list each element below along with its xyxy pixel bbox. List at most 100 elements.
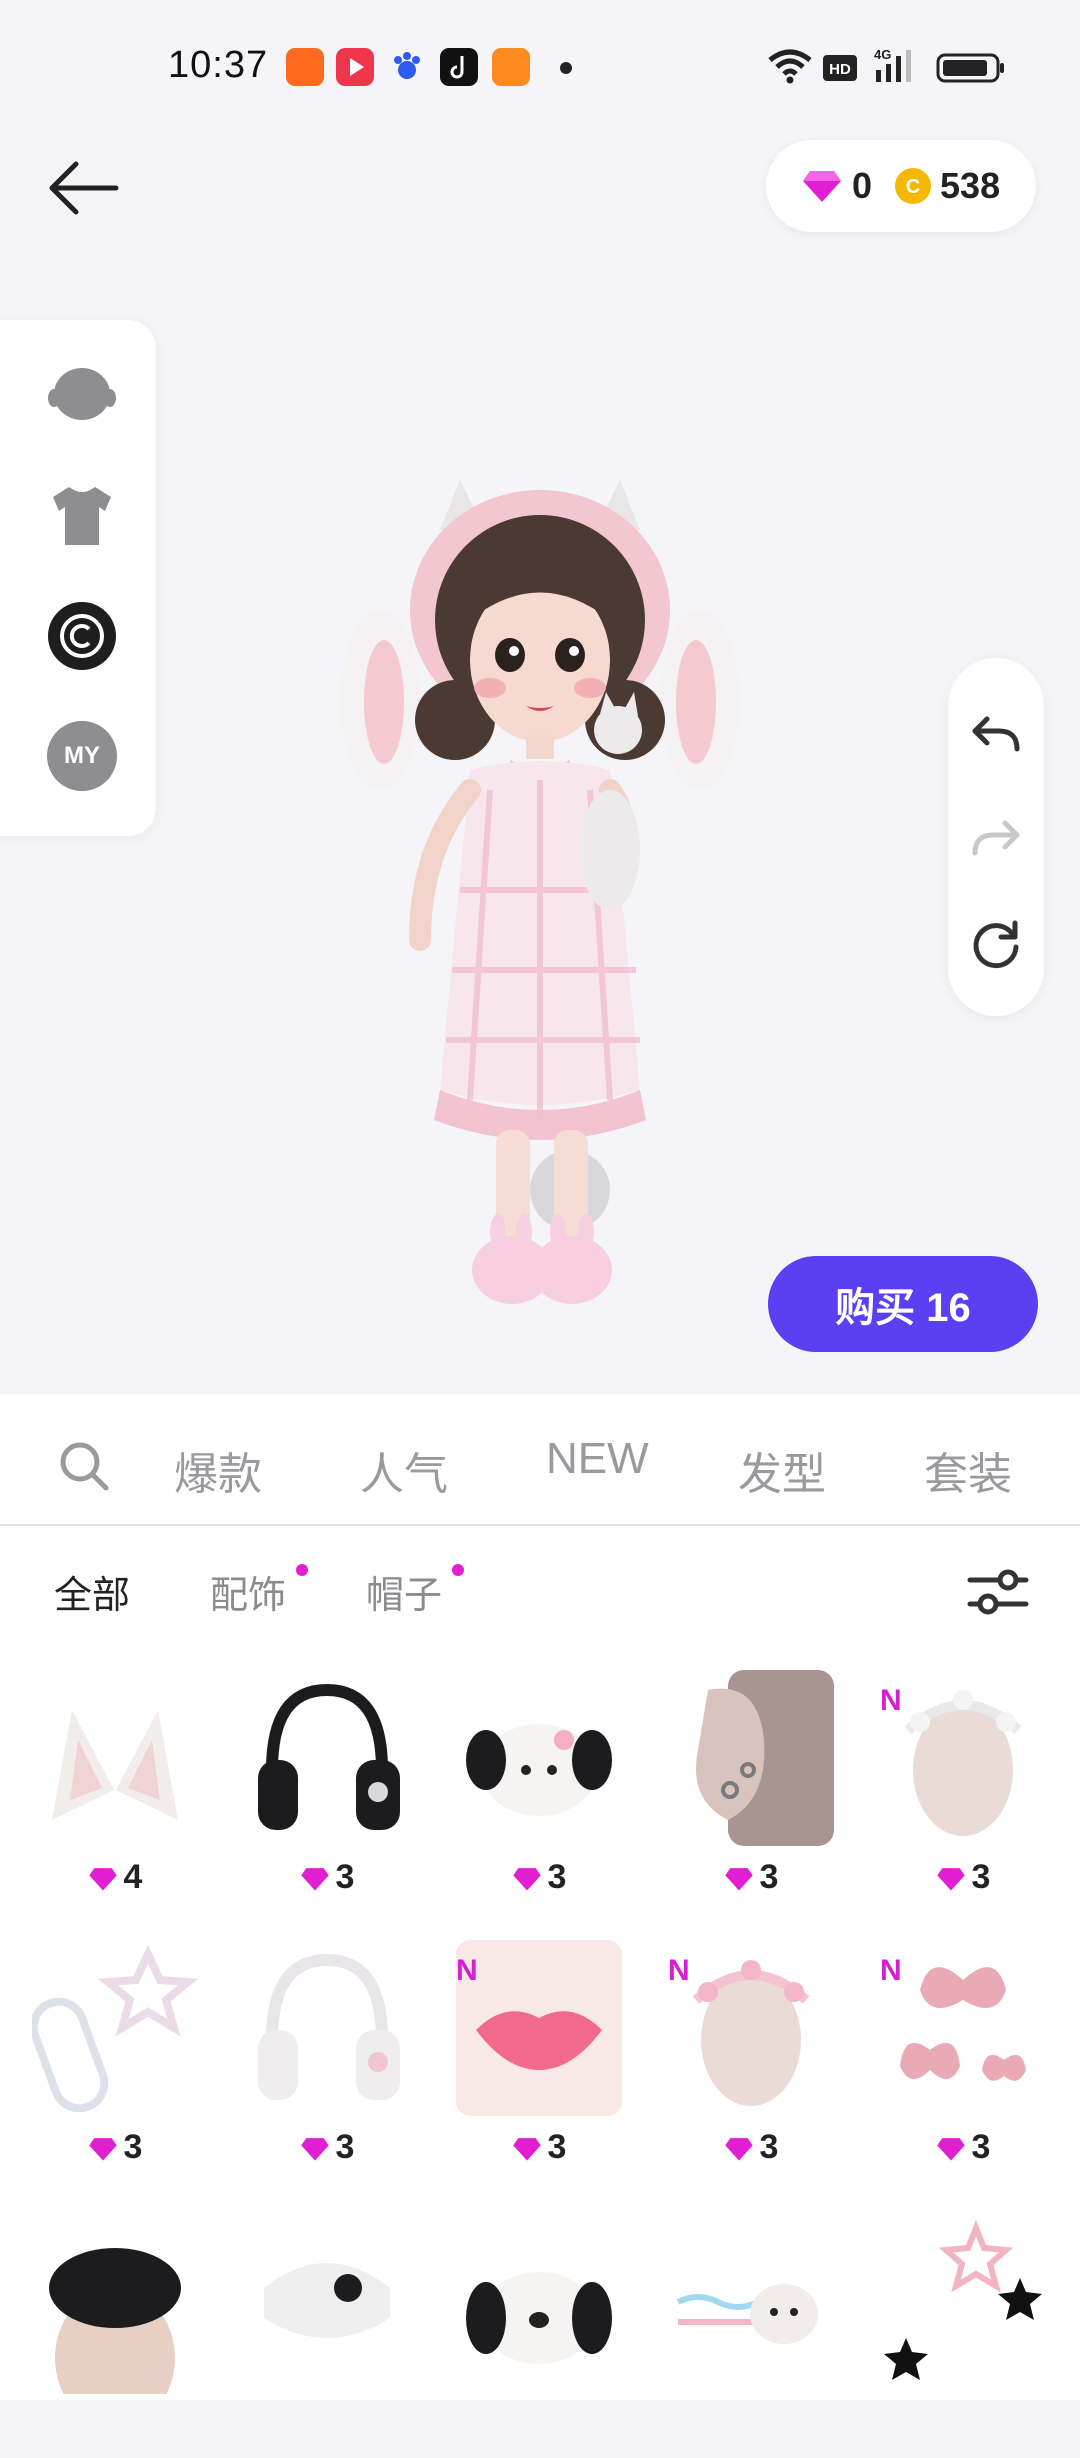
item-price: 3 (20, 2128, 210, 2167)
svg-text:C: C (906, 176, 920, 198)
price-value: 3 (971, 1858, 991, 1896)
svg-text:4G: 4G (874, 47, 891, 62)
my-badge: MY (47, 721, 117, 791)
diamond-icon (936, 2138, 965, 2161)
tab-popular[interactable]: 人气 (360, 1438, 448, 1502)
new-badge: N (456, 1954, 478, 1987)
item-thumbnail (466, 1724, 612, 1816)
diamond-icon (936, 1868, 965, 1891)
item-star-stickers[interactable] (868, 2218, 1058, 2458)
item-price: 3 (656, 2128, 846, 2167)
refresh-icon (973, 920, 1019, 969)
filter-settings-icon[interactable] (966, 1564, 1030, 1620)
price-value: 3 (971, 2128, 991, 2166)
subtab-all[interactable]: 全部 (54, 1564, 130, 1619)
item-cat-ears[interactable]: 4 (20, 1670, 210, 1910)
item-butterflies[interactable]: N 3 (868, 1940, 1058, 2180)
price-value: 3 (335, 2128, 355, 2166)
category-tabs: 爆款 人气 NEW 发型 套装 (0, 1394, 1080, 1526)
item-price: 3 (868, 2128, 1058, 2167)
item-black-headphones[interactable]: 3 (232, 1670, 422, 1910)
coin-count: 538 (940, 165, 1001, 206)
undo-button[interactable] (966, 704, 1026, 764)
new-badge: N (880, 1684, 902, 1717)
currency-balance[interactable]: 0 C 538 (766, 140, 1036, 232)
avatar-preview[interactable] (340, 470, 740, 1310)
side-face-button[interactable] (44, 358, 120, 434)
tshirt-icon (53, 487, 111, 545)
item-lips[interactable]: N 3 (444, 1940, 634, 2180)
item-hair-clips[interactable]: 3 (20, 1940, 210, 2180)
item-price: 3 (444, 1858, 634, 1897)
category-side-panel: MY (0, 320, 156, 836)
item-white-headphones[interactable]: 3 (232, 1940, 422, 2180)
diamond-icon (803, 171, 841, 202)
item-veil-hat[interactable] (20, 2218, 210, 2458)
new-badge: N (668, 1954, 690, 1987)
status-time: 10:37 (168, 44, 269, 86)
search-icon[interactable] (56, 1438, 112, 1494)
item-visor-cap[interactable] (232, 2218, 422, 2458)
tab-outfit[interactable]: 套装 (924, 1438, 1012, 1502)
item-flower-headband[interactable]: N 3 (868, 1670, 1058, 1910)
baidu-app-icon (388, 48, 426, 86)
tab-hairstyle[interactable]: 发型 (738, 1438, 826, 1502)
subtab-hats[interactable]: 帽子 (366, 1564, 442, 1619)
tab-new[interactable]: NEW (546, 1434, 649, 1484)
head-icon (48, 368, 116, 420)
kuaishou-app-icon (286, 48, 324, 86)
battery-icon (936, 53, 1004, 83)
item-puppy-hat[interactable]: 3 (444, 1670, 634, 1910)
item-bunny-clip[interactable] (656, 2218, 846, 2458)
price-value: 3 (123, 2128, 143, 2166)
redo-icon (972, 820, 1020, 856)
price-value: 3 (547, 1858, 567, 1896)
edit-history-panel (948, 658, 1044, 1016)
diamond-icon (724, 1868, 753, 1891)
price-value: 3 (759, 2128, 779, 2166)
buy-button[interactable]: 购买 16 (768, 1256, 1038, 1352)
side-clothes-button[interactable] (44, 478, 120, 554)
svg-text:HD: HD (829, 61, 851, 78)
item-pink-flower-headband[interactable]: N 3 (656, 1940, 846, 2180)
item-thumbnail (52, 1710, 178, 1820)
price-value: 4 (123, 1858, 143, 1896)
status-bar: 10:37 HD 4G (0, 0, 1080, 140)
back-button[interactable] (40, 150, 130, 230)
item-price: 3 (868, 1858, 1058, 1897)
app-icon-orange (492, 48, 530, 86)
item-price: 3 (232, 1858, 422, 1897)
item-thumbnail (258, 1953, 400, 2100)
price-value: 3 (759, 1858, 779, 1896)
diamond-icon (88, 1868, 117, 1891)
item-price: 3 (656, 1858, 846, 1897)
item-price: 3 (444, 2128, 634, 2167)
new-indicator-dot (452, 1564, 464, 1576)
item-thumbnail (696, 1670, 834, 1846)
diamond-count: 0 (852, 165, 873, 206)
side-copyright-button[interactable] (44, 598, 120, 674)
item-thumbnail (32, 1944, 198, 2113)
new-badge: N (880, 1954, 902, 1987)
price-value: 3 (335, 1858, 355, 1896)
item-price: 4 (20, 1858, 210, 1897)
side-my-button[interactable]: MY (44, 718, 120, 794)
item-ear-piercings[interactable]: 3 (656, 1670, 846, 1910)
reset-button[interactable] (966, 914, 1026, 974)
item-thumbnail (466, 2272, 612, 2364)
video-app-icon (336, 48, 374, 86)
diamond-icon (724, 2138, 753, 2161)
signal-4g-icon: 4G (874, 47, 911, 82)
new-indicator-dot (296, 1564, 308, 1576)
notification-dot-icon (560, 62, 572, 74)
douyin-app-icon (440, 48, 478, 86)
price-value: 3 (547, 2128, 567, 2166)
item-thumbnail (884, 2219, 1042, 2380)
item-puppy-ears[interactable] (444, 2218, 634, 2458)
subtab-accessories[interactable]: 配饰 (210, 1564, 286, 1619)
diamond-icon (300, 2138, 329, 2161)
redo-button[interactable] (966, 808, 1026, 868)
coin-icon: C (895, 168, 932, 204)
tab-hot[interactable]: 爆款 (174, 1438, 262, 1502)
subcategory-tabs: 全部 配饰 帽子 (0, 1526, 1080, 1646)
